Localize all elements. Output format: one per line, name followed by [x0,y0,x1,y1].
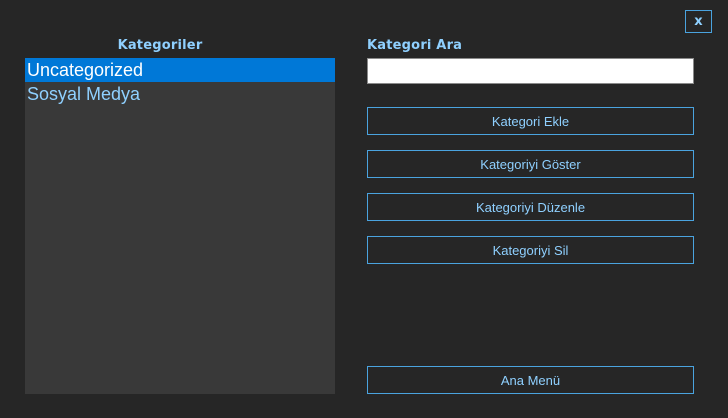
close-button[interactable]: x [685,10,712,33]
delete-category-label: Kategoriyi Sil [492,242,569,258]
show-category-button[interactable]: Kategoriyi Göster [367,150,694,178]
add-category-button[interactable]: Kategori Ekle [367,107,694,135]
delete-category-button[interactable]: Kategoriyi Sil [367,236,694,264]
edit-category-label: Kategoriyi Düzenle [475,199,586,215]
main-menu-button[interactable]: Ana Menü [367,366,694,394]
search-input[interactable] [367,58,694,84]
list-item-sosyal-medya[interactable]: Sosyal Medya [25,82,335,106]
categories-title: Kategoriler [117,38,203,53]
search-title: Kategori Ara [367,38,463,53]
category-list[interactable]: Uncategorized Sosyal Medya [25,58,335,394]
edit-category-button[interactable]: Kategoriyi Düzenle [367,193,694,221]
list-item-uncategorized[interactable]: Uncategorized [25,58,335,82]
main-menu-label: Ana Menü [500,372,561,388]
category-window: x Kategoriler Uncategorized Sosyal Medya… [0,0,728,418]
close-icon: x [694,14,703,29]
show-category-label: Kategoriyi Göster [480,156,581,172]
add-category-label: Kategori Ekle [491,113,570,129]
